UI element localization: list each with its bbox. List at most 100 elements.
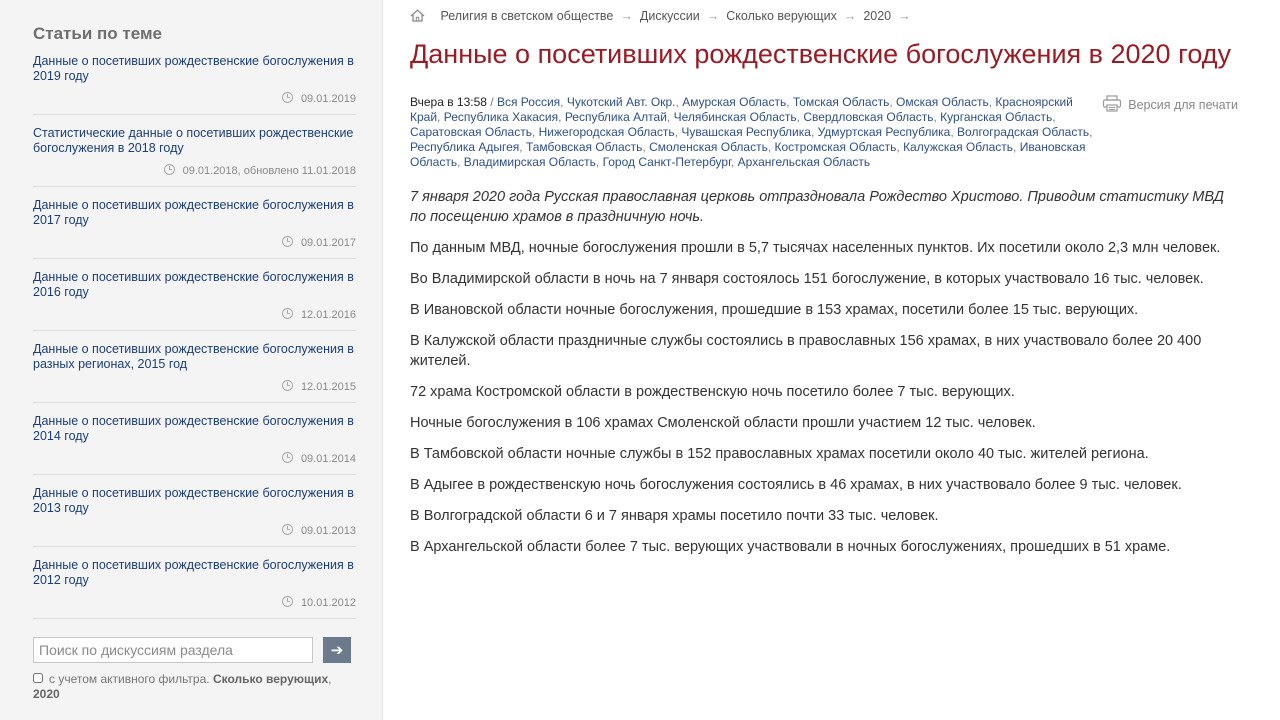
sidebar: Статьи по теме Данные о посетивших рожде…: [0, 0, 383, 720]
filter-active-tag[interactable]: Сколько верующих: [213, 672, 328, 686]
related-article-date: 09.01.2014: [33, 452, 356, 465]
related-article-item: Данные о посетивших рождественские богос…: [33, 270, 356, 331]
date-text: 09.01.2013: [300, 525, 356, 537]
article-time: Вчера в 13:58: [410, 95, 487, 109]
filter-separator: ,: [328, 672, 332, 686]
date-text: 09.01.2017: [300, 237, 356, 249]
related-article-item: Статистические данные о посетивших рожде…: [33, 126, 356, 187]
breadcrumb-arrow-icon: →: [898, 9, 911, 23]
article-paragraph: В Волгоградской области 6 и 7 января хра…: [410, 508, 939, 524]
clock-icon: [281, 452, 293, 463]
search-input[interactable]: [33, 637, 313, 663]
region-tag[interactable]: Республика Хакасия: [444, 110, 558, 124]
related-article-link[interactable]: Данные о посетивших рождественские богос…: [33, 558, 356, 588]
region-tag[interactable]: Омская Область: [896, 95, 989, 109]
region-tag[interactable]: Свердловская Область: [803, 110, 933, 124]
print-label: Версия для печати: [1128, 98, 1238, 112]
breadcrumb-arrow-icon: →: [706, 9, 720, 23]
breadcrumb-item[interactable]: Религия в светском обществе: [440, 9, 613, 23]
related-article-link[interactable]: Данные о посетивших рождественские богос…: [33, 342, 356, 372]
region-tag[interactable]: Тамбовская Область: [526, 140, 642, 154]
related-article-link[interactable]: Данные о посетивших рождественские богос…: [33, 414, 356, 444]
article-paragraph: 72 храма Костромской области в рождестве…: [410, 384, 1015, 400]
region-tag[interactable]: Владимирская Область: [464, 155, 596, 169]
related-article-item: Данные о посетивших рождественские богос…: [33, 54, 356, 115]
article-body: 7 января 2020 года Русская православная …: [410, 187, 1240, 557]
article-paragraph: Ночные богослужения в 106 храмах Смоленс…: [410, 415, 1036, 431]
sidebar-title: Статьи по теме: [33, 24, 162, 43]
main-content: Религия в светском обществе → Дискуссии → Ск…: [410, 0, 1240, 568]
related-article-item: Данные о посетивших рождественские богос…: [33, 486, 356, 547]
date-text: 12.01.2015: [300, 381, 356, 393]
region-tag[interactable]: Город Санкт-Петербург: [603, 155, 731, 169]
related-article-link[interactable]: Данные о посетивших рождественские богос…: [33, 486, 356, 516]
region-tag[interactable]: Нижегородская Область: [539, 125, 675, 139]
related-article-date: 12.01.2015: [33, 380, 356, 393]
region-tag[interactable]: Курганская Область: [940, 110, 1052, 124]
related-article-link[interactable]: Статистические данные о посетивших рожде…: [33, 126, 356, 156]
related-article-date: 09.01.2017: [33, 236, 356, 249]
region-tag[interactable]: Республика Адыгея: [410, 140, 519, 154]
clock-icon: [281, 92, 293, 103]
date-text: 09.01.2014: [300, 453, 356, 465]
article-paragraph: По данным МВД, ночные богослужения прошл…: [410, 240, 1221, 256]
date-text: 09.01.2018, обновлено 11.01.2018: [182, 165, 356, 177]
related-article-link[interactable]: Данные о посетивших рождественские богос…: [33, 54, 356, 84]
region-tag[interactable]: Чукотский Авт. Окр.: [567, 95, 676, 109]
printer-icon: [1102, 95, 1122, 116]
region-tag[interactable]: Удмуртская Республика: [818, 125, 951, 139]
article-paragraph: В Архангельской области более 7 тыс. вер…: [410, 539, 1171, 555]
region-tag[interactable]: Чувашская Республика: [681, 125, 811, 139]
clock-icon: [281, 236, 293, 247]
article-meta: Вчера в 13:58 / Вся Россия, Чукотский Ав…: [410, 95, 1240, 170]
clock-icon: [281, 380, 293, 391]
region-tag[interactable]: Амурская Область: [682, 95, 786, 109]
related-article-date: 10.01.2012: [33, 596, 356, 609]
related-article-item: Данные о посетивших рождественские богос…: [33, 342, 356, 403]
print-version-link[interactable]: Версия для печати: [1102, 95, 1238, 116]
breadcrumb-arrow-icon: →: [620, 9, 633, 23]
article-paragraph: Во Владимирской области в ночь на 7 янва…: [410, 271, 1204, 287]
home-icon[interactable]: [410, 9, 425, 25]
related-article-date: 09.01.2018, обновлено 11.01.2018: [33, 164, 356, 177]
region-tag[interactable]: Челябинская Область: [674, 110, 797, 124]
region-tag[interactable]: Калужская Область: [903, 140, 1013, 154]
region-tag[interactable]: Архангельская Область: [738, 155, 870, 169]
clock-icon: [281, 524, 293, 535]
related-article-date: 12.01.2016: [33, 308, 356, 321]
search-row: ➔: [33, 637, 356, 663]
region-tag[interactable]: Волгоградская Область: [957, 125, 1089, 139]
related-article-item: Данные о посетивших рождественские богос…: [33, 198, 356, 259]
region-tag[interactable]: Костромская Область: [775, 140, 897, 154]
filter-checkbox[interactable]: [33, 673, 43, 683]
date-text: 12.01.2016: [300, 309, 356, 321]
date-text: 09.01.2019: [300, 93, 356, 105]
region-tags: Вся Россия, Чукотский Авт. Окр., Амурска…: [410, 95, 1093, 169]
related-article-item: Данные о посетивших рождественские богос…: [33, 414, 356, 475]
related-article-link[interactable]: Данные о посетивших рождественские богос…: [33, 270, 356, 300]
article-title: Данные о посетивших рождественские богос…: [410, 39, 1232, 69]
filter-year-tag[interactable]: 2020: [33, 687, 60, 701]
related-article-link[interactable]: Данные о посетивших рождественские богос…: [33, 198, 356, 228]
clock-icon: [281, 596, 293, 607]
region-tag[interactable]: Республика Алтай: [565, 110, 667, 124]
filter-label: с учетом активного фильтра.: [49, 672, 210, 686]
related-article-date: 09.01.2013: [33, 524, 356, 537]
breadcrumb-item[interactable]: 2020: [863, 9, 891, 23]
breadcrumb-arrow-icon: →: [843, 9, 857, 23]
region-tag[interactable]: Вся Россия: [497, 95, 560, 109]
region-tag[interactable]: Саратовская Область: [410, 125, 532, 139]
region-tag[interactable]: Томская Область: [793, 95, 889, 109]
breadcrumb-item[interactable]: Дискуссии: [640, 9, 700, 23]
meta-separator: /: [486, 95, 497, 109]
article-paragraph: В Ивановской области ночные богослужения…: [410, 302, 1139, 318]
article-lead: 7 января 2020 года Русская православная …: [410, 189, 1224, 225]
related-article-item: Данные о посетивших рождественские богос…: [33, 558, 356, 619]
search-button[interactable]: ➔: [323, 637, 351, 663]
article-paragraph: В Калужской области праздничные службы с…: [410, 333, 1202, 369]
breadcrumb: Религия в светском обществе → Дискуссии → Ск…: [410, 9, 1240, 25]
breadcrumb-item[interactable]: Сколько верующих: [726, 9, 837, 23]
article-paragraph: В Адыгее в рождественскую ночь богослуже…: [410, 477, 1182, 493]
related-articles-list: Данные о посетивших рождественские богос…: [33, 54, 356, 619]
region-tag[interactable]: Смоленская Область: [649, 140, 768, 154]
